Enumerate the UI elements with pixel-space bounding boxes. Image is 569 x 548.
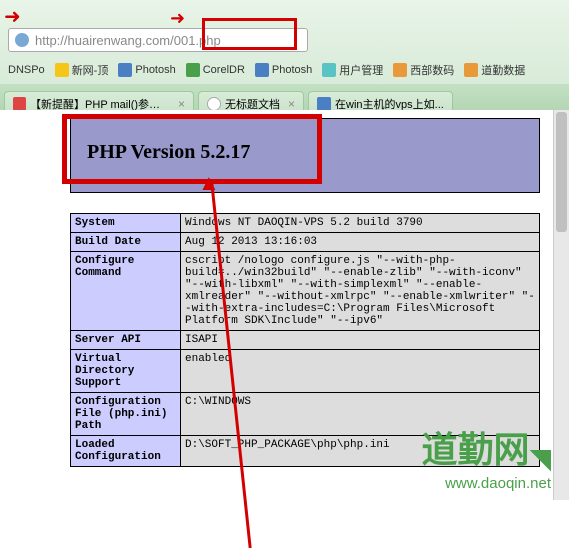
watermark-url: www.daoqin.net [421, 475, 551, 492]
close-icon[interactable]: × [178, 97, 185, 111]
table-row: Server APIISAPI [71, 331, 540, 350]
table-row: Build DateAug 12 2013 13:16:03 [71, 233, 540, 252]
bookmark-icon [186, 63, 200, 77]
bookmark-item[interactable]: DNSPo [4, 62, 49, 78]
info-key: Server API [71, 331, 181, 350]
annotation-box [202, 18, 297, 50]
url-text: http://huairenwang.com/001.php [35, 33, 221, 48]
bookmark-item[interactable]: 道勤数据 [460, 60, 529, 80]
info-value: Aug 12 2013 13:16:03 [181, 233, 540, 252]
bookmark-icon [464, 63, 478, 77]
info-key: Virtual Directory Support [71, 350, 181, 393]
info-value: ISAPI [181, 331, 540, 350]
info-key: Configuration File (php.ini) Path [71, 393, 181, 436]
bookmark-item[interactable]: Photosh [114, 61, 179, 79]
annotation-box [62, 114, 322, 184]
table-row: Virtual Directory Supportenabled [71, 350, 540, 393]
info-key: System [71, 214, 181, 233]
watermark: 道勤网◥ www.daoqin.net [421, 421, 551, 492]
watermark-logo-icon: ◥ [529, 442, 551, 475]
address-bar-area: http://huairenwang.com/001.php [0, 0, 569, 56]
bookmark-item[interactable]: 用户管理 [318, 60, 387, 80]
bookmark-icon [118, 63, 132, 77]
bookmark-item[interactable]: 新网-顶 [51, 60, 113, 80]
info-value: cscript /nologo configure.js "--with-php… [181, 252, 540, 331]
info-key: Loaded Configuration [71, 436, 181, 467]
bookmark-icon [255, 63, 269, 77]
bookmark-bar: DNSPo 新网-顶 Photosh CorelDR Photosh 用户管理 … [0, 56, 569, 84]
table-row: SystemWindows NT DAOQIN-VPS 5.2 build 37… [71, 214, 540, 233]
bookmark-item[interactable]: CorelDR [182, 61, 249, 79]
bookmark-icon [322, 63, 336, 77]
tab-favicon-icon [13, 97, 26, 111]
bookmark-item[interactable]: Photosh [251, 61, 316, 79]
info-value: Windows NT DAOQIN-VPS 5.2 build 3790 [181, 214, 540, 233]
tab-favicon-icon [317, 97, 331, 111]
tab-favicon-icon [207, 97, 221, 111]
bookmark-icon [55, 63, 69, 77]
bookmark-icon [393, 63, 407, 77]
vertical-scrollbar[interactable] [553, 110, 569, 500]
annotation-arrow-head: ▲ [198, 170, 220, 196]
table-row: Configure Commandcscript /nologo configu… [71, 252, 540, 331]
info-key: Build Date [71, 233, 181, 252]
scroll-thumb[interactable] [556, 112, 567, 232]
info-key: Configure Command [71, 252, 181, 331]
bookmark-item[interactable]: 西部数码 [389, 60, 458, 80]
phpinfo-header-area: PHP Version 5.2.17 ▲ [70, 118, 569, 193]
close-icon[interactable]: × [288, 97, 295, 111]
browser-chrome: ➜ ➜ http://huairenwang.com/001.php DNSPo… [0, 0, 569, 110]
watermark-text: 道勤网 [421, 429, 529, 470]
globe-icon [15, 33, 29, 47]
